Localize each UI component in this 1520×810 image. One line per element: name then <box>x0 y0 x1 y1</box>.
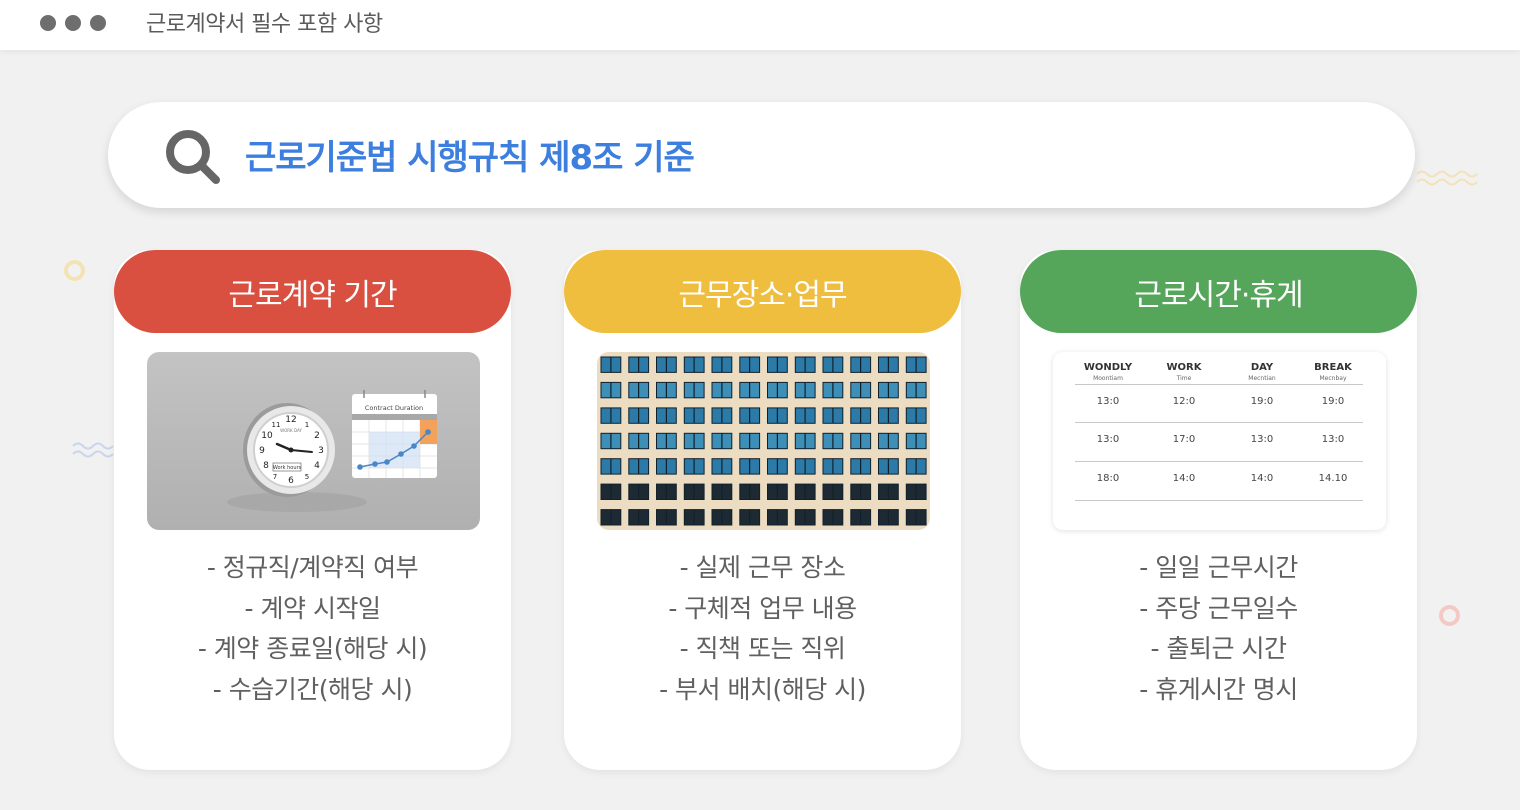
list-item: - 주당 근무일수 <box>1139 593 1298 623</box>
svg-text:WORK DAY: WORK DAY <box>280 428 302 433</box>
wave-decoration-icon <box>72 442 114 458</box>
card-items: - 정규직/계약직 여부 - 계약 시작일 - 계약 종료일(해당 시) - 수… <box>114 548 511 710</box>
svg-text:8: 8 <box>263 461 269 471</box>
list-item: - 계약 종료일(해당 시) <box>197 634 428 663</box>
list-item: - 직책 또는 직위 <box>679 634 846 663</box>
schedule-column: WONDLY Moontiam <box>1083 362 1133 382</box>
svg-text:3: 3 <box>318 446 324 456</box>
list-item: - 실제 근무 장소 <box>679 553 846 582</box>
list-item: - 정규직/계약직 여부 <box>206 553 419 582</box>
top-bar: 근로계약서 필수 포함 사항 <box>0 0 1520 50</box>
wave-decoration-icon <box>1416 170 1478 186</box>
schedule-table: WONDLY Moontiam WORK Time DAY Mecntian B… <box>1053 352 1386 530</box>
window-dots <box>40 15 106 31</box>
svg-text:5: 5 <box>305 473 309 481</box>
card-header: 근로시간·휴게 <box>1020 250 1417 333</box>
svg-text:10: 10 <box>261 431 273 441</box>
list-item: - 휴게시간 명시 <box>1139 674 1298 704</box>
office-building-icon <box>597 352 930 530</box>
svg-text:1: 1 <box>305 421 309 429</box>
schedule-column: DAY Mecntian <box>1248 362 1276 382</box>
card-workplace-duties: 근무장소·업무 - 실제 근무 장소 - 구체적 업무 내용 - 직책 또는 직… <box>564 250 961 770</box>
svg-text:6: 6 <box>288 476 294 486</box>
table-row: 18:0 14:0 14:0 14.10 <box>1075 462 1363 501</box>
svg-text:12: 12 <box>285 415 296 425</box>
table-row: 13:0 12:0 19:0 19:0 <box>1075 384 1363 423</box>
ring-decoration-icon <box>64 260 85 281</box>
list-item: - 구체적 업무 내용 <box>668 593 857 623</box>
card-title: 근로시간·휴게 <box>1134 277 1303 313</box>
list-item: - 부서 배치(해당 시) <box>659 674 866 704</box>
dot-icon <box>40 15 56 31</box>
card-work-hours: 근로시간·휴게 WONDLY Moontiam WORK Time DAY Me… <box>1020 250 1417 770</box>
search-text: 근로기준법 시행규칙 제8조 기준 <box>245 138 695 178</box>
schedule-column: WORK Time <box>1166 362 1202 382</box>
search-icon <box>166 130 220 184</box>
clock-calendar-icon: 12 1 2 3 4 5 6 7 8 9 10 11 WORK DAY Work… <box>147 352 480 530</box>
card-items: - 일일 근무시간 - 주당 근무일수 - 출퇴근 시간 - 휴게시간 명시 <box>1020 548 1417 710</box>
schedule-column: BREAK Mecnbay <box>1314 362 1352 382</box>
card-title: 근무장소·업무 <box>678 277 847 313</box>
list-item: - 계약 시작일 <box>244 593 381 623</box>
ring-decoration-icon <box>1439 605 1460 626</box>
svg-text:2: 2 <box>314 431 320 441</box>
dot-icon <box>65 15 81 31</box>
svg-text:Contract Duration: Contract Duration <box>365 404 423 412</box>
page-title: 근로계약서 필수 포함 사항 <box>146 12 383 37</box>
list-item: - 출퇴근 시간 <box>1150 634 1287 663</box>
svg-text:Work hours: Work hours <box>273 465 302 471</box>
list-item: - 일일 근무시간 <box>1139 553 1298 582</box>
svg-text:9: 9 <box>259 446 265 456</box>
list-item: - 수습기간(해당 시) <box>212 674 413 704</box>
svg-text:11: 11 <box>272 421 281 429</box>
svg-text:7: 7 <box>273 473 277 481</box>
card-items: - 실제 근무 장소 - 구체적 업무 내용 - 직책 또는 직위 - 부서 배… <box>564 548 961 710</box>
card-contract-period: 근로계약 기간 12 1 2 3 4 5 6 7 8 9 10 11 WORK … <box>114 250 511 770</box>
card-header: 근로계약 기간 <box>114 250 511 333</box>
svg-text:4: 4 <box>314 461 320 471</box>
dot-icon <box>90 15 106 31</box>
table-row: 13:0 17:0 13:0 13:0 <box>1075 423 1363 462</box>
card-title: 근로계약 기간 <box>228 277 397 313</box>
card-header: 근무장소·업무 <box>564 250 961 333</box>
schedule-table-icon: WONDLY Moontiam WORK Time DAY Mecntian B… <box>1053 352 1386 530</box>
